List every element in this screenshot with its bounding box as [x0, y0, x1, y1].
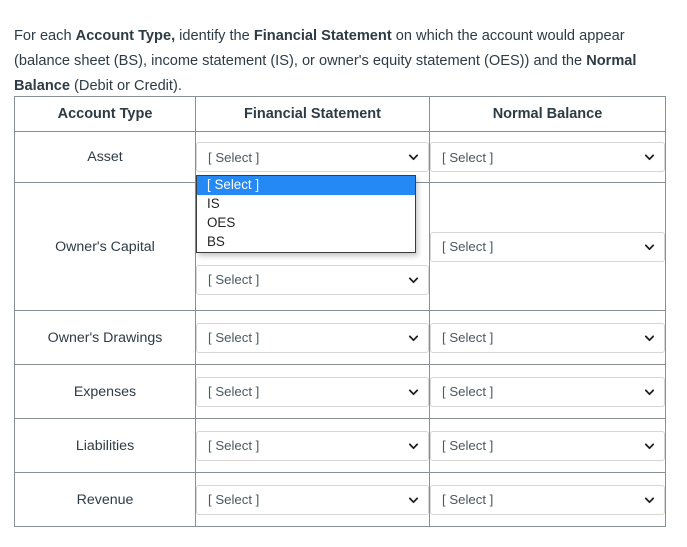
dropdown-option-is[interactable]: IS [197, 195, 415, 214]
chevron-down-icon [408, 442, 419, 449]
cell-normal-balance-owners-drawings: [ Select ] [429, 310, 666, 365]
account-classification-table: Account Type Financial Statement Normal … [14, 96, 666, 527]
question-prompt: For each Account Type, identify the Fina… [14, 24, 666, 99]
normal-balance-select-owners-drawings[interactable]: [ Select ] [430, 322, 665, 353]
financial-statement-select-owners-capital[interactable]: [ Select ] [196, 264, 429, 295]
financial-statement-select-liabilities[interactable]: [ Select ] [196, 430, 429, 461]
header-account-type: Account Type [14, 96, 196, 132]
normal-balance-select-asset[interactable]: [ Select ] [430, 142, 665, 172]
header-normal-balance: Normal Balance [429, 96, 666, 132]
row-label-owners-capital: Owner's Capital [14, 182, 196, 311]
cell-financial-statement-liabilities: [ Select ] [195, 418, 430, 473]
prompt-bold-financial-statement: Financial Statement [253, 27, 392, 44]
dropdown-option-oes[interactable]: OES [197, 214, 415, 233]
chevron-down-icon [644, 388, 655, 395]
normal-balance-select-value-asset: [ Select ] [442, 149, 494, 165]
chevron-down-icon [408, 276, 419, 283]
dropdown-option-bs[interactable]: BS [197, 233, 415, 252]
normal-balance-select-revenue[interactable]: [ Select ] [430, 484, 665, 515]
financial-statement-select-value-asset: [ Select ] [208, 149, 260, 165]
cell-normal-balance-expenses: [ Select ] [429, 364, 666, 419]
chevron-down-icon [644, 442, 655, 449]
financial-statement-select-asset[interactable]: [ Select ] [196, 142, 429, 172]
row-label-expenses: Expenses [14, 364, 196, 419]
prompt-bold-account-type: Account Type, [75, 27, 176, 44]
cell-financial-statement-asset: [ Select ] [ Select ] IS OES BS [195, 131, 430, 253]
header-financial-statement: Financial Statement [195, 96, 430, 132]
row-label-liabilities: Liabilities [14, 418, 196, 473]
financial-statement-select-revenue[interactable]: [ Select ] [196, 484, 429, 515]
financial-statement-select-expenses[interactable]: [ Select ] [196, 376, 429, 407]
financial-statement-select-owners-drawings[interactable]: [ Select ] [196, 322, 429, 353]
cell-financial-statement-owners-drawings: [ Select ] [195, 310, 430, 365]
chevron-down-icon [644, 243, 655, 250]
normal-balance-select-value-revenue: [ Select ] [442, 492, 494, 507]
table-row: Revenue [ Select ] [ Select ] [14, 472, 666, 527]
financial-statement-select-value-liabilities: [ Select ] [208, 438, 260, 453]
cell-financial-statement-expenses: [ Select ] [195, 364, 430, 419]
cell-normal-balance-asset: [ Select ] [429, 131, 666, 183]
cell-normal-balance-liabilities: [ Select ] [429, 418, 666, 473]
chevron-down-icon [408, 154, 419, 161]
chevron-down-icon [408, 496, 419, 503]
prompt-text-2: identify the [175, 27, 254, 44]
table-row: Owner's Drawings [ Select ] [ Select ] [14, 310, 666, 365]
normal-balance-select-expenses[interactable]: [ Select ] [430, 376, 665, 407]
normal-balance-select-value-liabilities: [ Select ] [442, 438, 494, 453]
financial-statement-select-value-owners-drawings: [ Select ] [208, 330, 260, 345]
normal-balance-select-value-expenses: [ Select ] [442, 384, 494, 399]
row-label-revenue: Revenue [14, 472, 196, 527]
normal-balance-select-owners-capital[interactable]: [ Select ] [430, 231, 665, 262]
prompt-text-4: (Debit or Credit). [69, 77, 182, 94]
table-row: Asset [ Select ] [ Select ] IS OES BS [… [14, 131, 666, 253]
prompt-text-1: For each [14, 27, 76, 44]
chevron-down-icon [408, 334, 419, 341]
chevron-down-icon [644, 334, 655, 341]
table-row: Liabilities [ Select ] [ Select ] [14, 418, 666, 473]
cell-normal-balance-owners-capital: [ Select ] [429, 182, 666, 311]
cell-normal-balance-revenue: [ Select ] [429, 472, 666, 527]
row-label-asset: Asset [14, 131, 196, 183]
row-label-owners-drawings: Owner's Drawings [14, 310, 196, 365]
normal-balance-select-value-owners-drawings: [ Select ] [442, 330, 494, 345]
dropdown-option-select[interactable]: [ Select ] [197, 176, 415, 195]
financial-statement-select-value-revenue: [ Select ] [208, 492, 260, 507]
normal-balance-select-liabilities[interactable]: [ Select ] [430, 430, 665, 461]
financial-statement-select-value-owners-capital: [ Select ] [208, 272, 260, 287]
financial-statement-dropdown-list[interactable]: [ Select ] IS OES BS [196, 175, 416, 253]
cell-financial-statement-revenue: [ Select ] [195, 472, 430, 527]
chevron-down-icon [644, 154, 655, 161]
financial-statement-select-value-expenses: [ Select ] [208, 384, 260, 399]
table-header-row: Account Type Financial Statement Normal … [14, 96, 666, 132]
chevron-down-icon [408, 388, 419, 395]
chevron-down-icon [644, 496, 655, 503]
table-row: Expenses [ Select ] [ Select ] [14, 364, 666, 419]
normal-balance-select-value-owners-capital: [ Select ] [442, 239, 494, 254]
